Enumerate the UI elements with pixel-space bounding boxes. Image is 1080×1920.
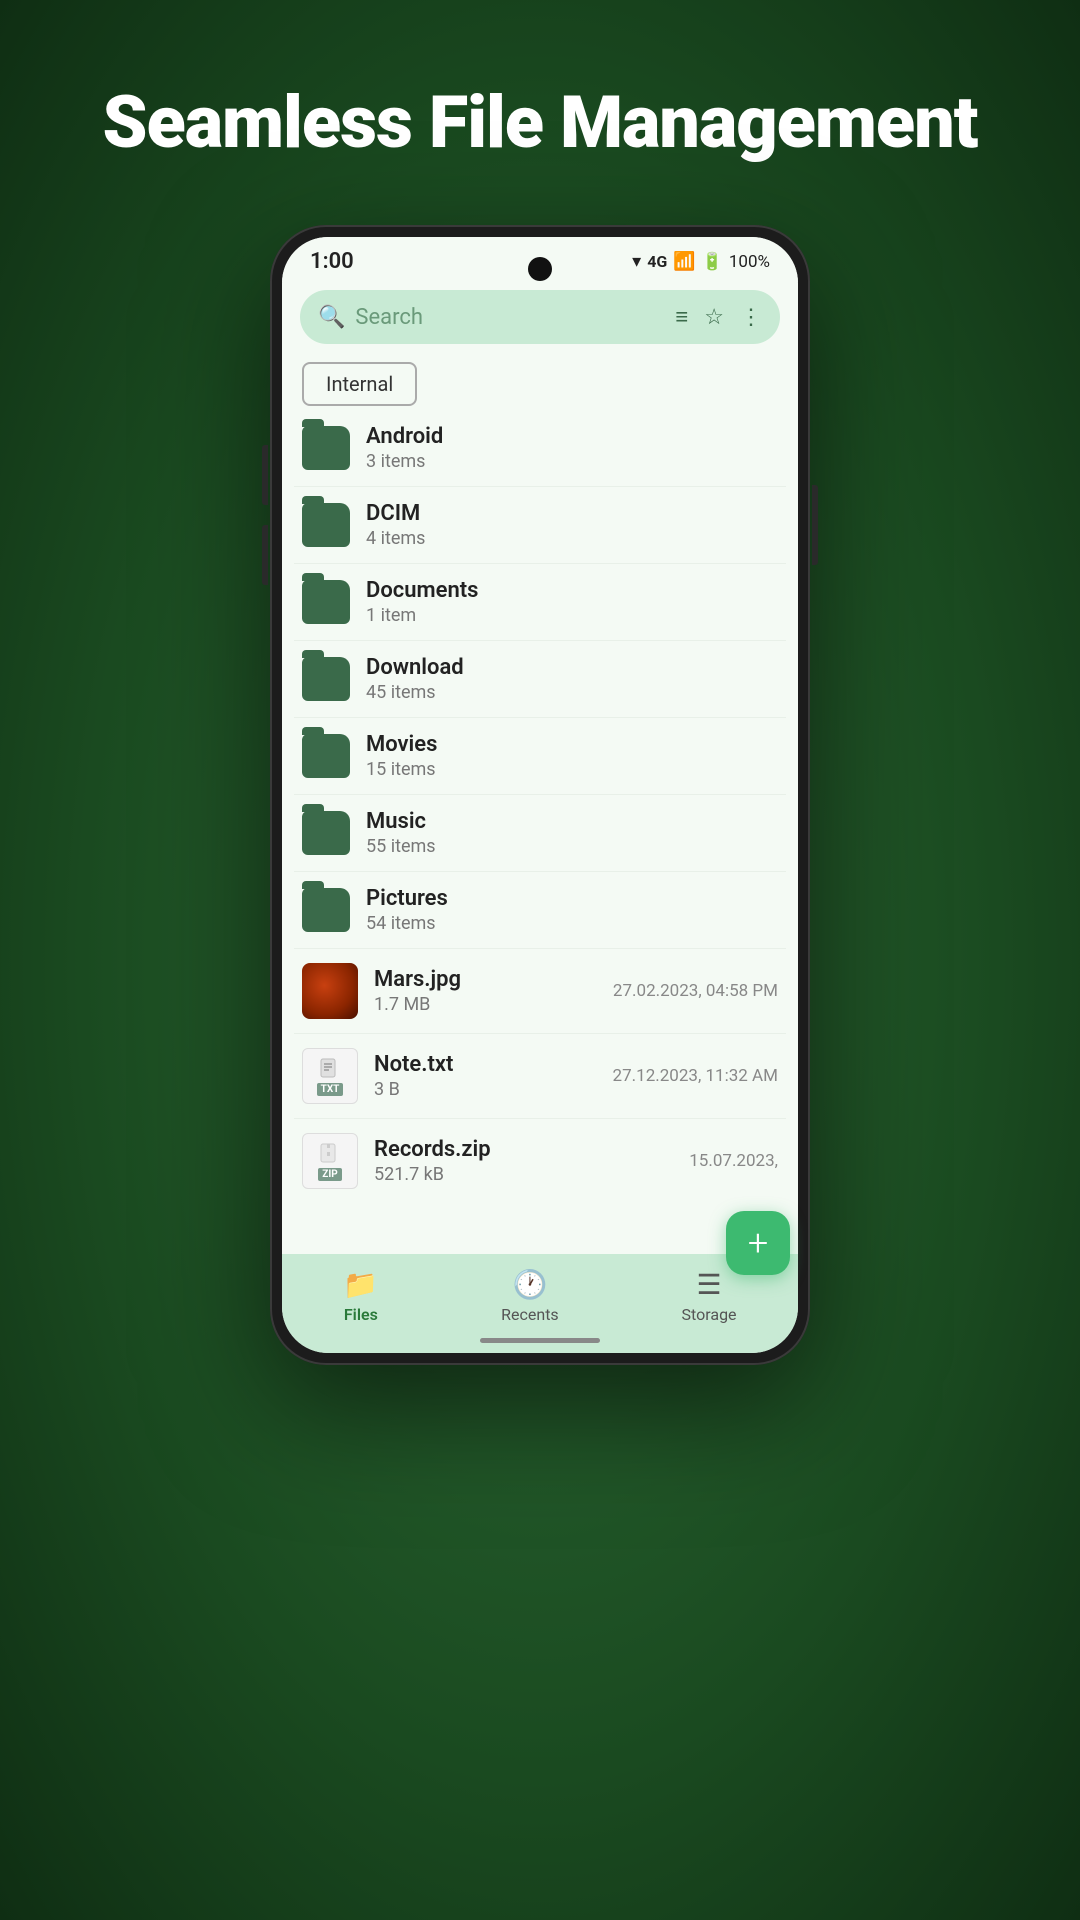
file-name: Mars.jpg [374,967,613,992]
file-info: Records.zip 521.7 kB [374,1137,689,1185]
file-info: Android 3 items [366,424,778,472]
zip-document-icon [318,1142,342,1166]
txt-file-icon: TXT [302,1048,358,1104]
file-info: Pictures 54 items [366,886,778,934]
file-date: 27.12.2023, 11:32 AM [613,1066,778,1086]
file-info: Note.txt 3 B [374,1052,613,1100]
camera-notch [528,257,552,281]
folder-meta: 3 items [366,451,778,472]
search-bar[interactable]: 🔍 Search ≡ ☆ ⋮ [300,290,780,344]
folder-icon [302,503,350,547]
mars-image [302,963,358,1019]
folder-name: Download [366,655,778,680]
plus-icon: + [748,1222,768,1264]
file-list: Android 3 items DCIM 4 items D [282,410,798,1254]
phone-shell: 1:00 ▾ 4G 📶 🔋 100% 🔍 Search ≡ ☆ ⋮ Inter [270,225,810,1365]
storage-nav-icon: ☰ [696,1268,721,1301]
file-info: Documents 1 item [366,578,778,626]
document-lines-icon [318,1057,342,1081]
status-icons: ▾ 4G 📶 🔋 100% [632,251,770,272]
folder-meta: 55 items [366,836,778,857]
home-bar [480,1338,600,1343]
search-input[interactable]: Search [355,305,665,330]
signal-4g-icon: 4G [647,252,667,271]
folder-meta: 45 items [366,682,778,703]
list-item[interactable]: TXT Note.txt 3 B 27.12.2023, 11:32 AM [294,1034,786,1119]
file-size: 3 B [374,1079,613,1100]
phone-screen: 1:00 ▾ 4G 📶 🔋 100% 🔍 Search ≡ ☆ ⋮ Inter [282,237,798,1353]
status-bar: 1:00 ▾ 4G 📶 🔋 100% [282,237,798,282]
file-info: Movies 15 items [366,732,778,780]
list-item[interactable]: Download 45 items [294,641,786,718]
folder-icon [302,734,350,778]
file-info: Music 55 items [366,809,778,857]
battery-icon: 🔋 [702,252,723,272]
file-name: Note.txt [374,1052,613,1077]
zip-file-icon: ZIP [302,1133,358,1189]
list-item[interactable]: ZIP Records.zip 521.7 kB 15.07.2023, [294,1119,786,1203]
folder-name: Documents [366,578,778,603]
storage-tab-row: Internal [282,354,798,410]
page-title: Seamless File Management [102,80,977,165]
list-item[interactable]: Music 55 items [294,795,786,872]
list-item[interactable]: DCIM 4 items [294,487,786,564]
star-icon[interactable]: ☆ [704,305,724,330]
recents-nav-label: Recents [501,1305,559,1324]
recents-nav-icon: 🕐 [512,1268,547,1301]
list-item[interactable]: Documents 1 item [294,564,786,641]
list-item[interactable]: Mars.jpg 1.7 MB 27.02.2023, 04:58 PM [294,949,786,1034]
nav-item-storage[interactable]: ☰ Storage [682,1268,737,1324]
files-nav-icon: 📁 [343,1268,378,1301]
folder-icon [302,657,350,701]
battery-percent: 100% [729,252,770,272]
file-date: 15.07.2023, [689,1151,778,1171]
status-time: 1:00 [310,249,354,274]
file-size: 521.7 kB [374,1164,689,1185]
search-actions: ≡ ☆ ⋮ [675,304,762,330]
folder-meta: 54 items [366,913,778,934]
folder-meta: 15 items [366,759,778,780]
list-item[interactable]: Pictures 54 items [294,872,786,949]
folder-name: Music [366,809,778,834]
bottom-navigation: 📁 Files 🕐 Recents ☰ Storage [282,1254,798,1332]
wifi-icon: ▾ [632,251,641,272]
folder-icon [302,888,350,932]
folder-name: Movies [366,732,778,757]
file-date: 27.02.2023, 04:58 PM [613,981,778,1001]
filter-icon[interactable]: ≡ [675,304,688,330]
list-item[interactable]: Android 3 items [294,410,786,487]
folder-name: Pictures [366,886,778,911]
folder-icon [302,580,350,624]
image-thumbnail [302,963,358,1019]
signal-bars-icon: 📶 [673,251,695,272]
more-options-icon[interactable]: ⋮ [740,305,762,330]
internal-tab[interactable]: Internal [302,362,417,406]
folder-meta: 4 items [366,528,778,549]
nav-item-files[interactable]: 📁 Files [343,1268,378,1324]
folder-name: DCIM [366,501,778,526]
file-size: 1.7 MB [374,994,613,1015]
file-info: Download 45 items [366,655,778,703]
nav-item-recents[interactable]: 🕐 Recents [501,1268,559,1324]
search-icon: 🔍 [318,305,345,330]
home-indicator [282,1332,798,1353]
file-info: Mars.jpg 1.7 MB [374,967,613,1015]
folder-icon [302,426,350,470]
file-name: Records.zip [374,1137,689,1162]
folder-meta: 1 item [366,605,778,626]
folder-name: Android [366,424,778,449]
files-nav-label: Files [344,1305,378,1324]
txt-label: TXT [317,1083,344,1096]
zip-label: ZIP [318,1168,341,1181]
folder-icon [302,811,350,855]
content-area: Internal Android 3 items DCIM 4 ite [282,354,798,1254]
add-fab-button[interactable]: + [726,1211,790,1275]
file-info: DCIM 4 items [366,501,778,549]
storage-nav-label: Storage [682,1305,737,1324]
list-item[interactable]: Movies 15 items [294,718,786,795]
